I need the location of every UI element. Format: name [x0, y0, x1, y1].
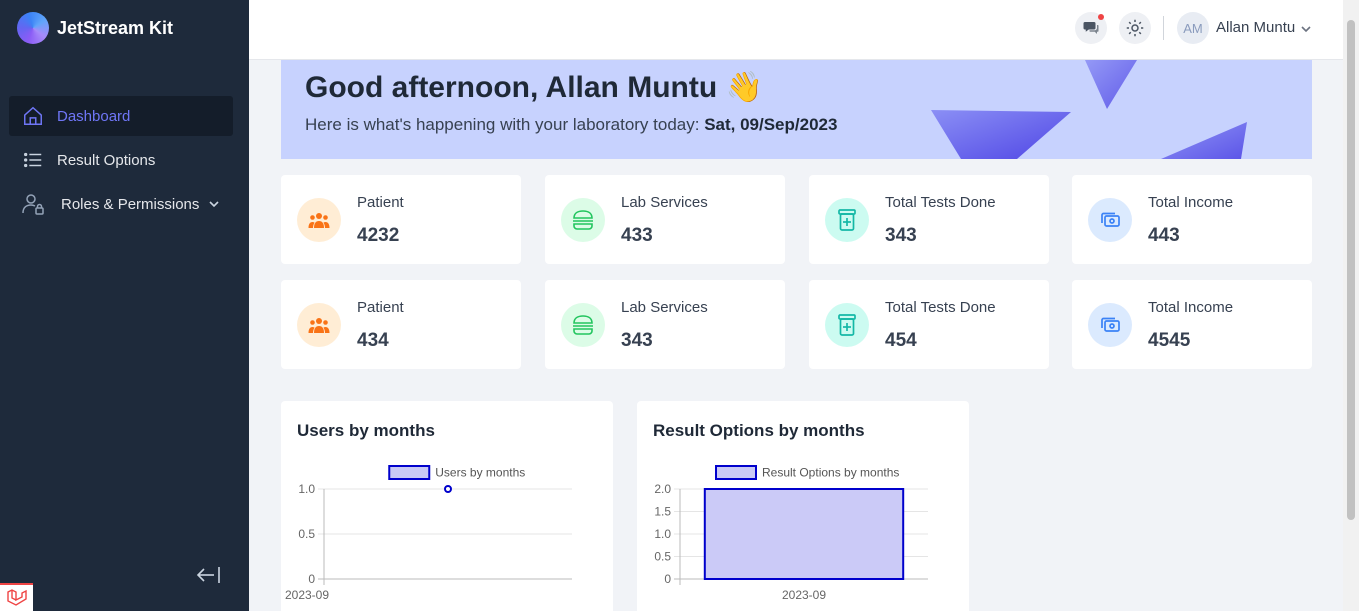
stat-card-total-tests-done: Total Tests Done 343 — [809, 175, 1049, 264]
money-icon — [1088, 303, 1132, 347]
greeting-heading: Good afternoon, Allan Muntu 👋 — [305, 71, 763, 104]
stat-value: 343 — [621, 330, 653, 351]
x-tick-label: 2023-09 — [285, 588, 329, 602]
brand-logo — [17, 12, 49, 44]
stat-label: Lab Services — [621, 299, 708, 316]
decorative-triangles — [931, 60, 1247, 159]
y-tick-label: 1.5 — [654, 505, 671, 519]
home-icon — [21, 104, 45, 128]
chart-title: Users by months — [297, 421, 435, 440]
sidebar-nav: Dashboard Result Options Roles & Permiss… — [9, 96, 233, 228]
stat-card-patient: Patient 4232 — [281, 175, 521, 264]
users-icon — [297, 198, 341, 242]
stat-card-total-income: Total Income 4545 — [1072, 280, 1312, 369]
money-icon — [1088, 198, 1132, 242]
topbar: AM Allan Muntu — [249, 0, 1343, 60]
sun-icon — [1126, 19, 1144, 37]
burger-icon — [561, 303, 605, 347]
users-chart-card: Users by months Users by months 0 0.5 1.0 20… — [281, 401, 613, 611]
stat-card-total-income: Total Income 443 — [1072, 175, 1312, 264]
user-name[interactable]: Allan Muntu — [1216, 19, 1295, 36]
legend-swatch — [715, 465, 757, 480]
stat-label: Total Income — [1148, 194, 1234, 211]
stat-label: Total Tests Done — [885, 194, 996, 211]
result-options-chart-card: Result Options by months Result Options … — [637, 401, 969, 611]
banner-subtitle: Here is what's happening with your labor… — [305, 115, 838, 134]
medicine-icon — [825, 303, 869, 347]
avatar[interactable]: AM — [1177, 12, 1209, 44]
stat-card-patient: Patient 434 — [281, 280, 521, 369]
users-icon — [297, 303, 341, 347]
notification-dot — [1098, 14, 1104, 20]
sidebar-item-result-options[interactable]: Result Options — [9, 140, 233, 180]
collapse-sidebar-icon[interactable] — [196, 565, 222, 585]
divider — [1163, 16, 1164, 40]
welcome-banner: Good afternoon, Allan Muntu 👋 Here is wh… — [281, 60, 1312, 159]
stat-label: Patient — [357, 299, 404, 316]
y-tick-label: 1.0 — [654, 527, 671, 541]
stat-label: Patient — [357, 194, 404, 211]
stat-value: 454 — [885, 330, 917, 351]
sidebar: JetStream Kit Dashboard Result Options R… — [0, 0, 249, 611]
stat-value: 4232 — [357, 225, 400, 246]
laravel-logo-icon — [0, 583, 33, 611]
y-tick-label: 0.5 — [298, 527, 315, 541]
stat-value: 343 — [885, 225, 917, 246]
stat-label: Total Tests Done — [885, 299, 996, 316]
stat-value: 433 — [621, 225, 653, 246]
burger-icon — [561, 198, 605, 242]
stat-label: Lab Services — [621, 194, 708, 211]
legend-label: Users by months — [435, 466, 525, 480]
theme-toggle-button[interactable] — [1119, 12, 1151, 44]
chevron-down-icon[interactable] — [1299, 22, 1313, 36]
page-scrollbar[interactable] — [1343, 0, 1359, 611]
y-tick-label: 0.5 — [654, 550, 671, 564]
chart-title: Result Options by months — [653, 421, 865, 440]
result-options-chart: Result Options by months 0 0.5 1.0 1.5 2.0 202… — [654, 465, 928, 602]
y-tick-label: 0 — [664, 572, 671, 586]
stat-card-total-tests-done: Total Tests Done 454 — [809, 280, 1049, 369]
x-tick-label: 2023-09 — [782, 588, 826, 602]
legend-label: Result Options by months — [762, 466, 899, 480]
sidebar-item-dashboard[interactable]: Dashboard — [9, 96, 233, 136]
chat-icon — [1083, 22, 1099, 34]
sidebar-item-roles-permissions[interactable]: Roles & Permissions — [9, 184, 233, 224]
sidebar-item-label: Dashboard — [57, 107, 131, 125]
chat-button[interactable] — [1075, 12, 1107, 44]
stat-value: 434 — [357, 330, 389, 351]
stat-value: 443 — [1148, 225, 1180, 246]
stat-card-lab-services: Lab Services 433 — [545, 175, 785, 264]
list-icon — [21, 148, 45, 172]
y-tick-label: 2.0 — [654, 482, 671, 496]
user-lock-icon — [21, 192, 45, 216]
users-chart: Users by months 0 0.5 1.0 2023-09 — [285, 465, 572, 602]
chevron-down-icon — [207, 197, 221, 211]
stat-card-lab-services: Lab Services 343 — [545, 280, 785, 369]
stat-value: 4545 — [1148, 330, 1191, 351]
y-tick-label: 0 — [308, 572, 315, 586]
stat-label: Total Income — [1148, 299, 1234, 316]
legend-swatch — [388, 465, 431, 480]
brand-name: JetStream Kit — [57, 17, 174, 38]
brand[interactable]: JetStream Kit — [17, 12, 173, 44]
data-point — [444, 485, 452, 493]
sidebar-item-label: Roles & Permissions — [61, 195, 200, 213]
y-tick-label: 1.0 — [298, 482, 315, 496]
bar — [703, 488, 905, 580]
scrollbar-thumb[interactable] — [1347, 20, 1355, 520]
sidebar-item-label: Result Options — [57, 151, 156, 169]
banner-date: Sat, 09/Sep/2023 — [704, 115, 838, 134]
medicine-icon — [825, 198, 869, 242]
